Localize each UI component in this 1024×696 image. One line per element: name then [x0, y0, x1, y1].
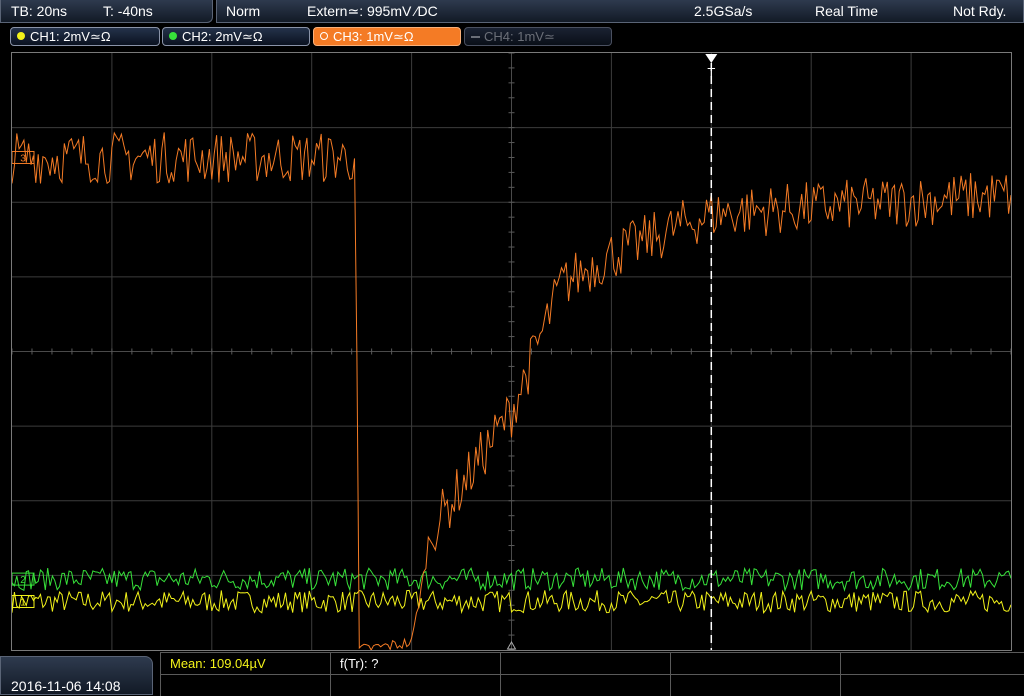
waveform-plot: T 3 2 1	[12, 53, 1011, 650]
measurement-mean-cell[interactable]: Mean: 109.04µV	[160, 652, 330, 674]
status-bar: TB: 20ns T: -40ns Norm Extern≃: 995mV ∕D…	[0, 0, 1024, 24]
ch2-color-dot	[169, 32, 177, 40]
ch1-color-dot	[17, 32, 25, 40]
channel-tab-ch2[interactable]: CH2: 2mV≃Ω	[162, 27, 310, 46]
trigger-source-label: Extern≃: 995mV ∕DC	[307, 3, 438, 19]
channel-tab-label: CH2: 2mV≃Ω	[182, 29, 263, 44]
datetime-panel: 2016-11-06 14:08	[0, 656, 153, 695]
timebase-label: TB: 20ns	[11, 3, 68, 19]
sample-rate-label: 2.5GSa/s	[694, 3, 753, 19]
channel-tab-label: CH1: 2mV≃Ω	[30, 29, 111, 44]
channel-tab-ch4[interactable]: CH4: 1mV≃	[464, 27, 612, 46]
measurement-empty-cell[interactable]	[160, 674, 330, 696]
acquisition-mode-label: Real Time	[815, 3, 879, 19]
ch3-color-dot	[320, 32, 328, 40]
measurement-ftr-cell[interactable]: f(Tr): ?	[330, 652, 500, 674]
measurement-ftr: f(Tr): ?	[340, 656, 379, 671]
trigger-time-label: T: -40ns	[103, 3, 153, 19]
trigger-marker-label: T	[707, 65, 715, 80]
channel-tab-label: CH3: 1mV≃Ω	[333, 29, 414, 44]
channel-tabs: CH1: 2mV≃Ω CH2: 2mV≃Ω CH3: 1mV≃Ω CH4: 1m…	[0, 25, 1024, 47]
measurement-empty-cell[interactable]	[840, 674, 1024, 696]
channel-tab-label: CH4: 1mV≃	[484, 29, 555, 44]
measurement-empty-cell[interactable]	[670, 652, 840, 674]
ch2-level-marker-label: 2	[20, 575, 26, 586]
datetime-label: 2016-11-06 14:08	[11, 678, 121, 694]
measurement-empty-cell[interactable]	[670, 674, 840, 696]
timebase-panel[interactable]: TB: 20ns T: -40ns	[0, 0, 213, 23]
acquisition-state-label: Not Rdy.	[953, 3, 1007, 19]
ch4-disabled-dash	[471, 36, 480, 38]
trigger-mode-label: Norm	[226, 3, 261, 19]
measurement-empty-cell[interactable]	[330, 674, 500, 696]
measurement-panel: Mean: 109.04µV f(Tr): ?	[160, 652, 1024, 696]
measurement-empty-cell[interactable]	[500, 652, 670, 674]
measurement-mean: Mean: 109.04µV	[170, 656, 266, 671]
trigger-position-arrow-icon	[705, 54, 718, 63]
channel-tab-ch1[interactable]: CH1: 2mV≃Ω	[10, 27, 160, 46]
measurement-empty-cell[interactable]	[500, 674, 670, 696]
channel-tab-ch3[interactable]: CH3: 1mV≃Ω	[313, 27, 461, 46]
measurement-empty-cell[interactable]	[840, 652, 1024, 674]
bottom-bar: 2016-11-06 14:08 Mean: 109.04µV f(Tr): ?	[0, 652, 1024, 696]
ch1-level-marker-label: 1	[20, 597, 26, 608]
ch3-level-marker-label: 3	[20, 153, 26, 164]
trigger-panel[interactable]: Norm Extern≃: 995mV ∕DC 2.5GSa/s Real Ti…	[216, 0, 1024, 23]
waveform-display[interactable]: T 3 2 1	[11, 52, 1012, 651]
